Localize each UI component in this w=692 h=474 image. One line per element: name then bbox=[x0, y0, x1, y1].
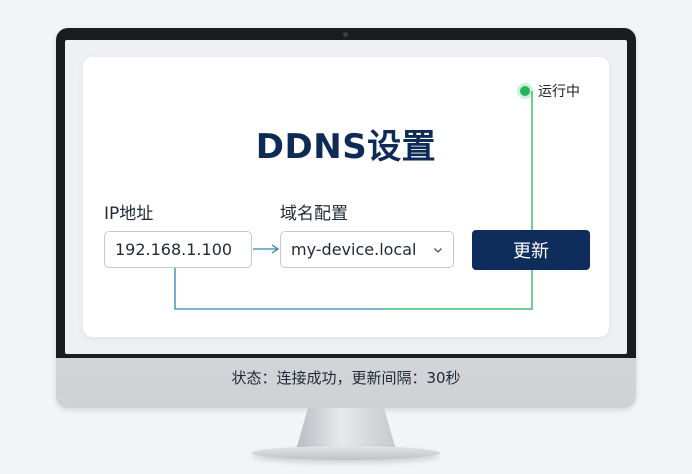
page-title: DDNS设置 bbox=[255, 127, 437, 167]
arrow-head bbox=[271, 244, 280, 254]
monitor-stand-base bbox=[252, 446, 440, 460]
ip-address-input[interactable] bbox=[104, 231, 252, 268]
ip-address-label: IP地址 bbox=[104, 204, 154, 224]
status-indicator-text: 运行中 bbox=[538, 84, 580, 100]
update-button[interactable]: 更新 bbox=[472, 230, 590, 270]
domain-config-label: 域名配置 bbox=[280, 204, 348, 224]
domain-select-value: my-device.local bbox=[291, 240, 417, 259]
monitor: 运行中 DDNS设置 IP地址 域名配置 my-device.local 更新 bbox=[56, 28, 636, 408]
screen: 运行中 DDNS设置 IP地址 域名配置 my-device.local 更新 bbox=[65, 40, 627, 354]
connector-blue bbox=[174, 268, 383, 310]
domain-select[interactable]: my-device.local bbox=[280, 231, 454, 268]
status-dot-icon bbox=[520, 86, 530, 96]
footer-status-text: 状态：连接成功，更新间隔：30秒 bbox=[231, 369, 461, 387]
chevron-down-icon bbox=[434, 247, 442, 253]
monitor-stand bbox=[296, 408, 396, 450]
camera-dot bbox=[343, 32, 348, 37]
monitor-bezel: 运行中 DDNS设置 IP地址 域名配置 my-device.local 更新 bbox=[56, 28, 636, 358]
ddns-settings-card: 运行中 DDNS设置 IP地址 域名配置 my-device.local 更新 bbox=[83, 57, 609, 337]
status-indicator: 运行中 bbox=[520, 81, 580, 101]
